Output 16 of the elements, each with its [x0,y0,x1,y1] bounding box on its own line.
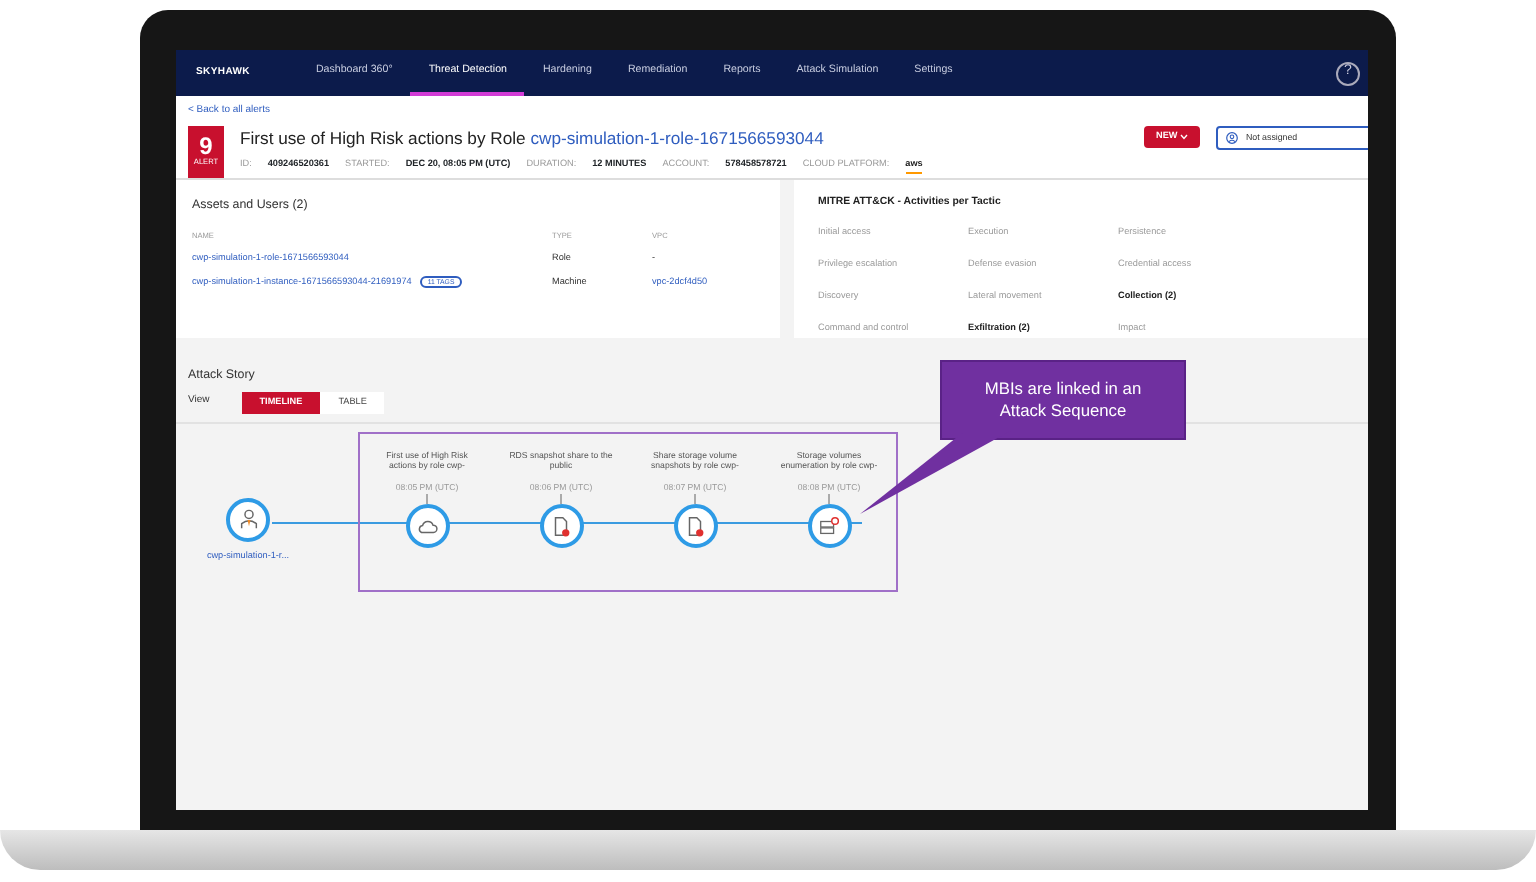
callout-box: MBIs are linked in an Attack Sequence [940,360,1186,440]
cloud-icon [416,515,438,538]
event-node[interactable] [405,504,449,549]
alert-count: 9 [199,133,213,158]
user-icon [1226,131,1238,144]
caret-icon [1180,133,1188,140]
event-node[interactable] [539,504,583,549]
role-link[interactable]: cwp-simulation-1-role-1671566593044 [530,127,824,147]
document-alert-icon [684,515,706,538]
source-node[interactable] [226,497,270,542]
event-node[interactable] [807,504,851,549]
event-node[interactable] [673,504,717,549]
server-alert-icon [818,515,840,538]
document-alert-icon [550,515,572,538]
user-icon [237,508,259,531]
alert-title: First use of High Risk actions by Role [240,127,528,147]
